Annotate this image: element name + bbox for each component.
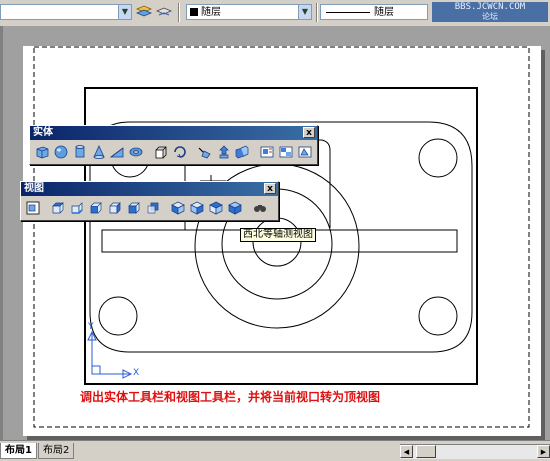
scroll-left-icon[interactable]: ◀ [400, 445, 413, 458]
left-view-icon[interactable] [87, 199, 105, 217]
center-bore-circle [252, 217, 302, 267]
ucs-x-label: X [133, 368, 140, 378]
torus-icon[interactable] [127, 143, 145, 161]
se-iso-icon[interactable] [188, 199, 206, 217]
setup-view-icon[interactable] [277, 143, 295, 161]
sphere-icon[interactable] [52, 143, 70, 161]
close-icon[interactable]: x [264, 183, 276, 194]
corner-hole-bottom-right [418, 296, 458, 336]
top-view-icon[interactable] [49, 199, 67, 217]
right-view-icon[interactable] [106, 199, 124, 217]
nw-iso-icon[interactable] [226, 199, 244, 217]
close-icon[interactable]: x [303, 127, 315, 138]
extrude-icon[interactable] [152, 143, 170, 161]
sw-iso-icon[interactable] [169, 199, 187, 217]
horizontal-scrollbar[interactable]: ◀ ▶ [400, 444, 550, 459]
section-icon[interactable] [215, 143, 233, 161]
slice-icon[interactable] [196, 143, 214, 161]
revolve-icon[interactable] [171, 143, 189, 161]
solids-palette-title: 实体 [33, 127, 53, 138]
view-toolbar-palette[interactable]: 视图 x [20, 181, 279, 221]
view-tool-row [21, 196, 278, 220]
instruction-caption: 调出实体工具栏和视图工具栏，并将当前视口转为顶视图 [80, 390, 381, 404]
named-views-icon[interactable] [24, 199, 42, 217]
scroll-right-icon[interactable]: ▶ [537, 445, 550, 458]
ucs-icon [87, 330, 133, 379]
interfere-icon[interactable] [234, 143, 252, 161]
corner-hole-bottom-left [98, 296, 138, 336]
solids-tool-row [30, 140, 317, 164]
layout-tab-bar: 布局1 布局2 ◀ ▶ [0, 440, 550, 461]
bottom-view-icon[interactable] [68, 199, 86, 217]
setup-profile-icon[interactable] [296, 143, 314, 161]
front-view-icon[interactable] [125, 199, 143, 217]
corner-hole-top-right [418, 138, 458, 178]
back-view-icon[interactable] [144, 199, 162, 217]
setup-drawing-icon[interactable] [258, 143, 276, 161]
tab-layout-2[interactable]: 布局2 [38, 443, 75, 459]
solids-toolbar-palette[interactable]: 实体 x [29, 125, 318, 165]
scroll-thumb[interactable] [416, 445, 436, 458]
box-icon[interactable] [33, 143, 51, 161]
view-palette-title-bar[interactable]: 视图 x [21, 182, 278, 196]
wedge-icon[interactable] [108, 143, 126, 161]
tab-layout-1[interactable]: 布局1 [0, 443, 37, 459]
view-palette-title: 视图 [24, 183, 44, 194]
ucs-y-label: Y [88, 322, 94, 332]
tooltip-nw-iso: 西北等轴测视图 [240, 228, 316, 242]
cone-icon[interactable] [90, 143, 108, 161]
ne-iso-icon[interactable] [207, 199, 225, 217]
solids-palette-title-bar[interactable]: 实体 x [30, 126, 317, 140]
camera-icon[interactable] [251, 199, 269, 217]
cylinder-icon[interactable] [71, 143, 89, 161]
